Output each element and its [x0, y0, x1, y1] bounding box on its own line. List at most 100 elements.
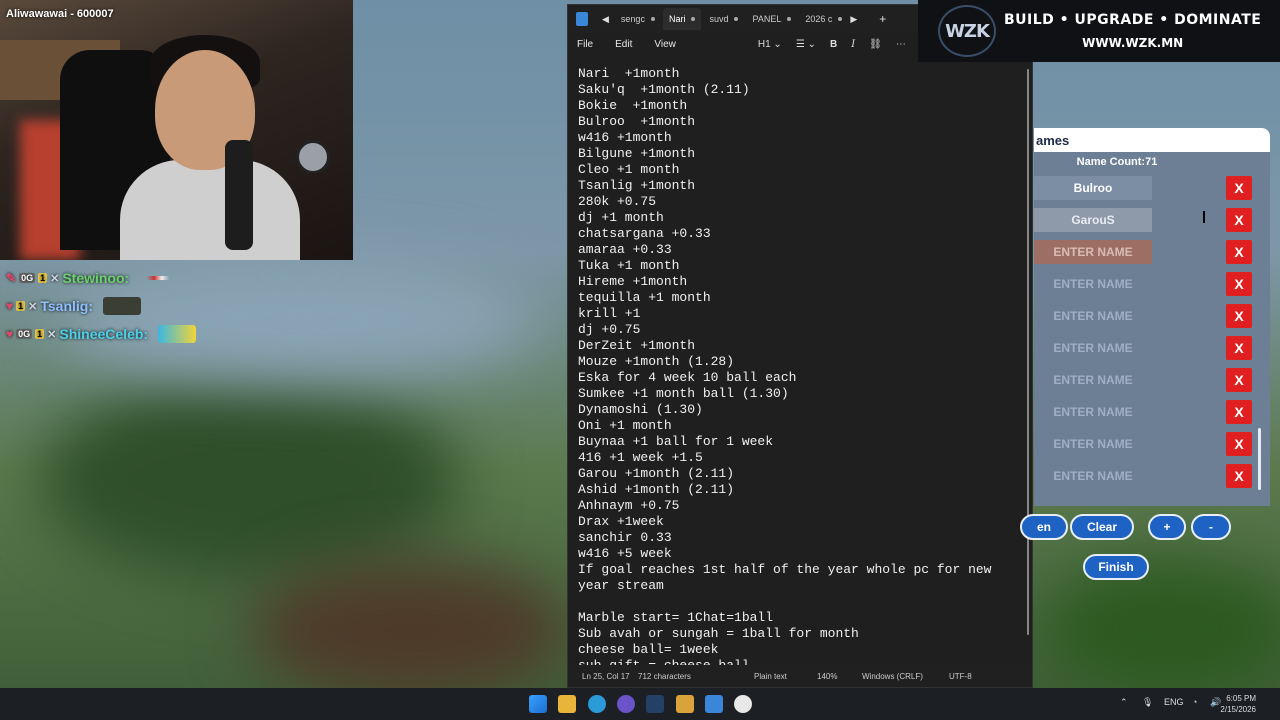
names-panel-title: ames: [1034, 128, 1270, 152]
language-indicator[interactable]: ENG: [1164, 697, 1184, 707]
name-input[interactable]: ENTER NAME: [1034, 336, 1152, 360]
finish-button[interactable]: Finish: [1083, 554, 1149, 580]
sponsor-banner: WZK BUILD • UPGRADE • DOMINATE WWW.WZK.M…: [918, 0, 1280, 62]
text-line: Marble start= 1Chat=1ball: [578, 610, 774, 625]
text-line: Hireme +1month: [578, 274, 688, 289]
remove-name-button[interactable]: X: [1226, 208, 1252, 232]
remove-name-button[interactable]: X: [1226, 336, 1252, 360]
bold-button[interactable]: B: [830, 39, 837, 50]
text-line: Sub avah or sungah = 1ball for month: [578, 626, 859, 641]
text-line: w416 +1month: [578, 130, 672, 145]
unsaved-dot-icon: [787, 17, 792, 21]
remove-name-button[interactable]: X: [1226, 304, 1252, 328]
name-input[interactable]: ENTER NAME: [1034, 464, 1152, 488]
open-button[interactable]: en: [1020, 514, 1068, 540]
text-line: [578, 594, 1018, 610]
remove-name-button[interactable]: X: [1226, 240, 1252, 264]
notepad-taskbar-icon[interactable]: [705, 695, 723, 713]
text-line: Tuka +1 month: [578, 258, 680, 273]
name-input[interactable]: ENTER NAME: [1034, 400, 1152, 424]
text-line: amaraa +0.33: [578, 242, 672, 257]
status-chars: 712 characters: [638, 671, 691, 681]
text-line: Cleo +1 month: [578, 162, 680, 177]
name-entry-row: ENTER NAME X: [1034, 460, 1270, 492]
obs-icon[interactable]: [734, 695, 752, 713]
steam-icon[interactable]: [646, 695, 664, 713]
name-input[interactable]: GarouS: [1034, 208, 1152, 232]
text-line: sanchir 0.33: [578, 530, 672, 545]
badge-0g: 0G: [19, 273, 36, 283]
status-encoding[interactable]: UTF-8: [949, 672, 972, 681]
status-line-ending[interactable]: Windows (CRLF): [862, 672, 923, 681]
start-icon[interactable]: [529, 695, 547, 713]
text-line: Ashid +1month (2.11): [578, 482, 735, 497]
remove-name-button[interactable]: X: [1226, 368, 1252, 392]
menu-view[interactable]: View: [654, 39, 676, 50]
stream-chat: ✎ 0G 1 ✕ Stewinoo: ♥ 1 ✕ Tsanlig: ♥ 0G 1…: [6, 264, 346, 348]
notepad-tab[interactable]: PANEL: [746, 8, 797, 30]
notepad-tab-active[interactable]: Nari: [662, 8, 702, 30]
name-entry-row: ENTER NAME X: [1034, 396, 1270, 428]
unsaved-dot-icon: [734, 17, 739, 21]
text-line: If goal reaches 1st half of the year who…: [578, 562, 992, 577]
text-line: Sumkee +1 month ball (1.30): [578, 386, 789, 401]
wifi-icon[interactable]: ◔: [1192, 697, 1197, 707]
text-line: dj +0.75: [578, 322, 641, 337]
background-blur: [250, 560, 570, 700]
tab-label: sengc: [620, 14, 645, 24]
tab-scroll-left-icon[interactable]: ◀: [602, 14, 609, 25]
tray-chevron-icon[interactable]: ⌃: [1120, 697, 1128, 708]
name-input[interactable]: ENTER NAME: [1034, 272, 1152, 296]
tab-label: Nari: [668, 14, 686, 24]
system-clock[interactable]: 6:05 PM 2/15/2026: [1220, 693, 1256, 715]
name-input[interactable]: Bulroo: [1034, 176, 1152, 200]
italic-button[interactable]: I: [851, 39, 855, 50]
name-entry-row: Bulroo X: [1034, 172, 1270, 204]
plus-button[interactable]: +: [1148, 514, 1186, 540]
remove-name-button[interactable]: X: [1226, 272, 1252, 296]
discord-icon[interactable]: [617, 695, 635, 713]
notepad-text-area[interactable]: Nari +1month Saku'q +1month (2.11) Bokie +…: [578, 66, 1018, 666]
banner-title: BUILD • UPGRADE • DOMINATE: [1004, 12, 1262, 28]
name-input[interactable]: ENTER NAME: [1034, 432, 1152, 456]
notepad-scrollbar[interactable]: [1027, 69, 1029, 635]
notepad-tab[interactable]: sengc: [615, 8, 661, 30]
microphone-icon: [296, 140, 330, 174]
tab-label: 2026 c: [805, 14, 833, 24]
notepad-tab[interactable]: suvd: [703, 8, 744, 30]
clear-button[interactable]: Clear: [1070, 514, 1134, 540]
name-input[interactable]: ENTER NAME: [1034, 240, 1152, 264]
menu-file[interactable]: File: [577, 39, 593, 50]
text-line: tequilla +1 month: [578, 290, 711, 305]
remove-name-button[interactable]: X: [1226, 432, 1252, 456]
microphone-tray-icon[interactable]: 🎙: [1142, 697, 1153, 708]
remove-name-button[interactable]: X: [1226, 176, 1252, 200]
minus-button[interactable]: -: [1191, 514, 1231, 540]
name-input[interactable]: ENTER NAME: [1034, 304, 1152, 328]
text-line: Nari +1month: [578, 66, 680, 81]
link-icon[interactable]: ⛓: [869, 39, 882, 50]
new-tab-plus-icon[interactable]: +: [879, 12, 886, 26]
notepad-window: ◀ sengc Nari suvd PANEL 2026 c ▶ + File …: [567, 4, 1033, 688]
remove-name-button[interactable]: X: [1226, 400, 1252, 424]
menu-edit[interactable]: Edit: [615, 39, 632, 50]
file-explorer-icon[interactable]: [558, 695, 576, 713]
status-zoom[interactable]: 140%: [817, 672, 837, 681]
more-options-icon[interactable]: ⋯: [896, 39, 906, 50]
name-input[interactable]: ENTER NAME: [1034, 368, 1152, 392]
name-entry-row: ENTER NAME X: [1034, 268, 1270, 300]
remove-name-button[interactable]: X: [1226, 464, 1252, 488]
notepad-statusbar: Ln 25, Col 17 712 characters Plain text …: [568, 665, 1032, 687]
notepad-tab[interactable]: 2026 c: [799, 8, 848, 30]
tab-scroll-right-icon[interactable]: ▶: [850, 14, 857, 25]
names-scrollbar[interactable]: [1258, 428, 1261, 490]
game-app-icon[interactable]: [676, 695, 694, 713]
list-icon[interactable]: ☰ ⌄: [796, 39, 816, 50]
heading-dropdown[interactable]: H1 ⌄: [758, 39, 782, 50]
emote-icon: [158, 325, 197, 343]
edge-browser-icon[interactable]: [588, 695, 606, 713]
unsaved-dot-icon: [650, 17, 655, 21]
status-position: Ln 25, Col 17: [582, 671, 630, 681]
chat-username: Tsanlig:: [40, 298, 93, 314]
tab-label: suvd: [709, 14, 729, 24]
